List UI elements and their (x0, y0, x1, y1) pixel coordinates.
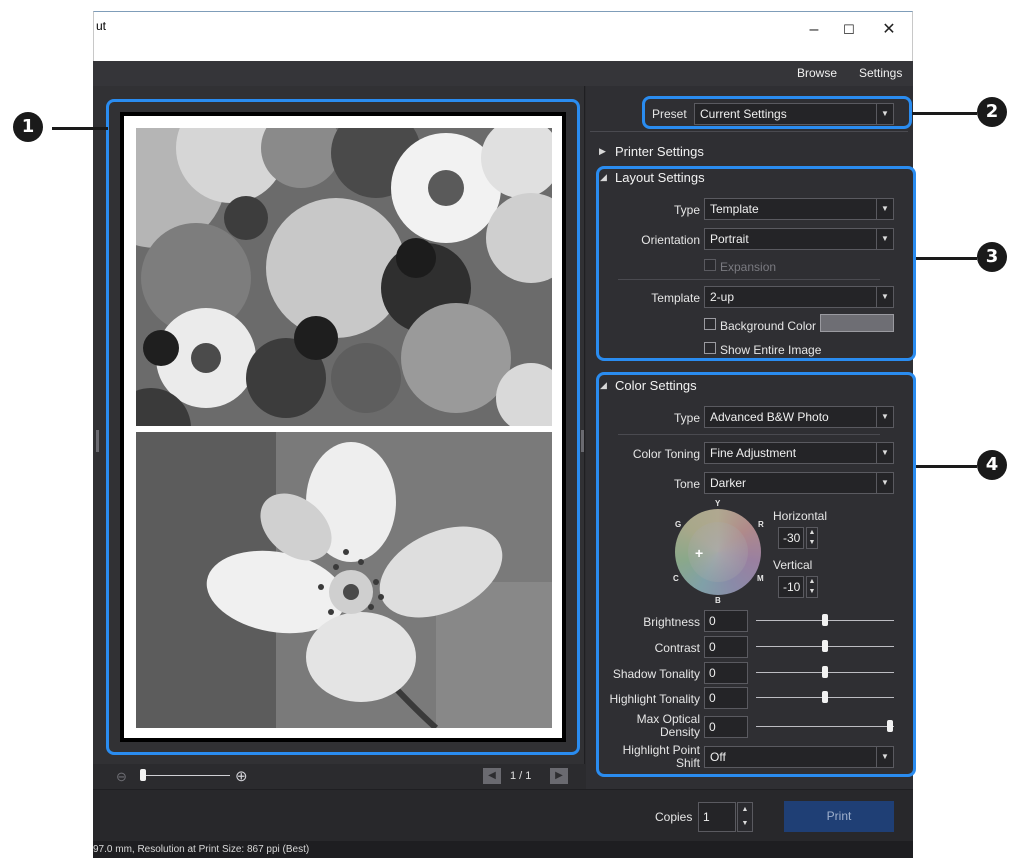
zoom-out-icon[interactable]: ⊖ (116, 769, 127, 785)
window-title: ut (96, 19, 107, 33)
callout-badge-4: 4 (977, 450, 1007, 480)
left-splitter-handle[interactable] (96, 430, 99, 452)
page-indicator: 1 / 1 (510, 770, 532, 782)
chevron-right-icon[interactable]: ▶ (599, 146, 606, 157)
right-splitter-handle[interactable] (581, 430, 584, 452)
menu-browse[interactable]: Browse (797, 66, 837, 80)
close-button[interactable]: ✕ (869, 16, 909, 46)
callout-badge-1: 1 (13, 112, 43, 142)
menu-settings[interactable]: Settings (859, 66, 902, 80)
status-bar: 97.0 mm, Resolution at Print Size: 867 p… (93, 841, 913, 858)
title-bar: ut – ☐ ✕ (93, 11, 913, 61)
callout-frame-preview (106, 99, 580, 755)
callout-badge-3: 3 (977, 242, 1007, 272)
callout-frame-preset (642, 96, 912, 129)
callout-frame-color-settings (596, 372, 916, 777)
zoom-slider-thumb[interactable] (140, 769, 146, 781)
callout-line (912, 112, 977, 115)
divider (590, 131, 908, 132)
maximize-button[interactable]: ☐ (829, 16, 869, 46)
callout-badge-2: 2 (977, 97, 1007, 127)
next-page-icon[interactable]: ▶ (550, 768, 568, 784)
callout-line (52, 127, 108, 130)
callout-line (916, 465, 977, 468)
prev-page-icon[interactable]: ◀ (483, 768, 501, 784)
callout-line (916, 257, 977, 260)
callout-frame-layout-settings (596, 166, 916, 361)
minimize-button[interactable]: – (794, 16, 834, 46)
print-button[interactable]: Print (784, 801, 894, 832)
copies-spinner[interactable]: ▲ ▼ (737, 802, 753, 832)
copies-input[interactable]: 1 (698, 802, 736, 832)
menu-bar: Browse Settings (93, 61, 913, 86)
zoom-in-icon[interactable]: ⊕ (235, 767, 248, 785)
copies-label: Copies (655, 810, 693, 824)
printer-settings-header[interactable]: Printer Settings (615, 144, 704, 159)
zoom-slider-track[interactable] (140, 775, 230, 776)
